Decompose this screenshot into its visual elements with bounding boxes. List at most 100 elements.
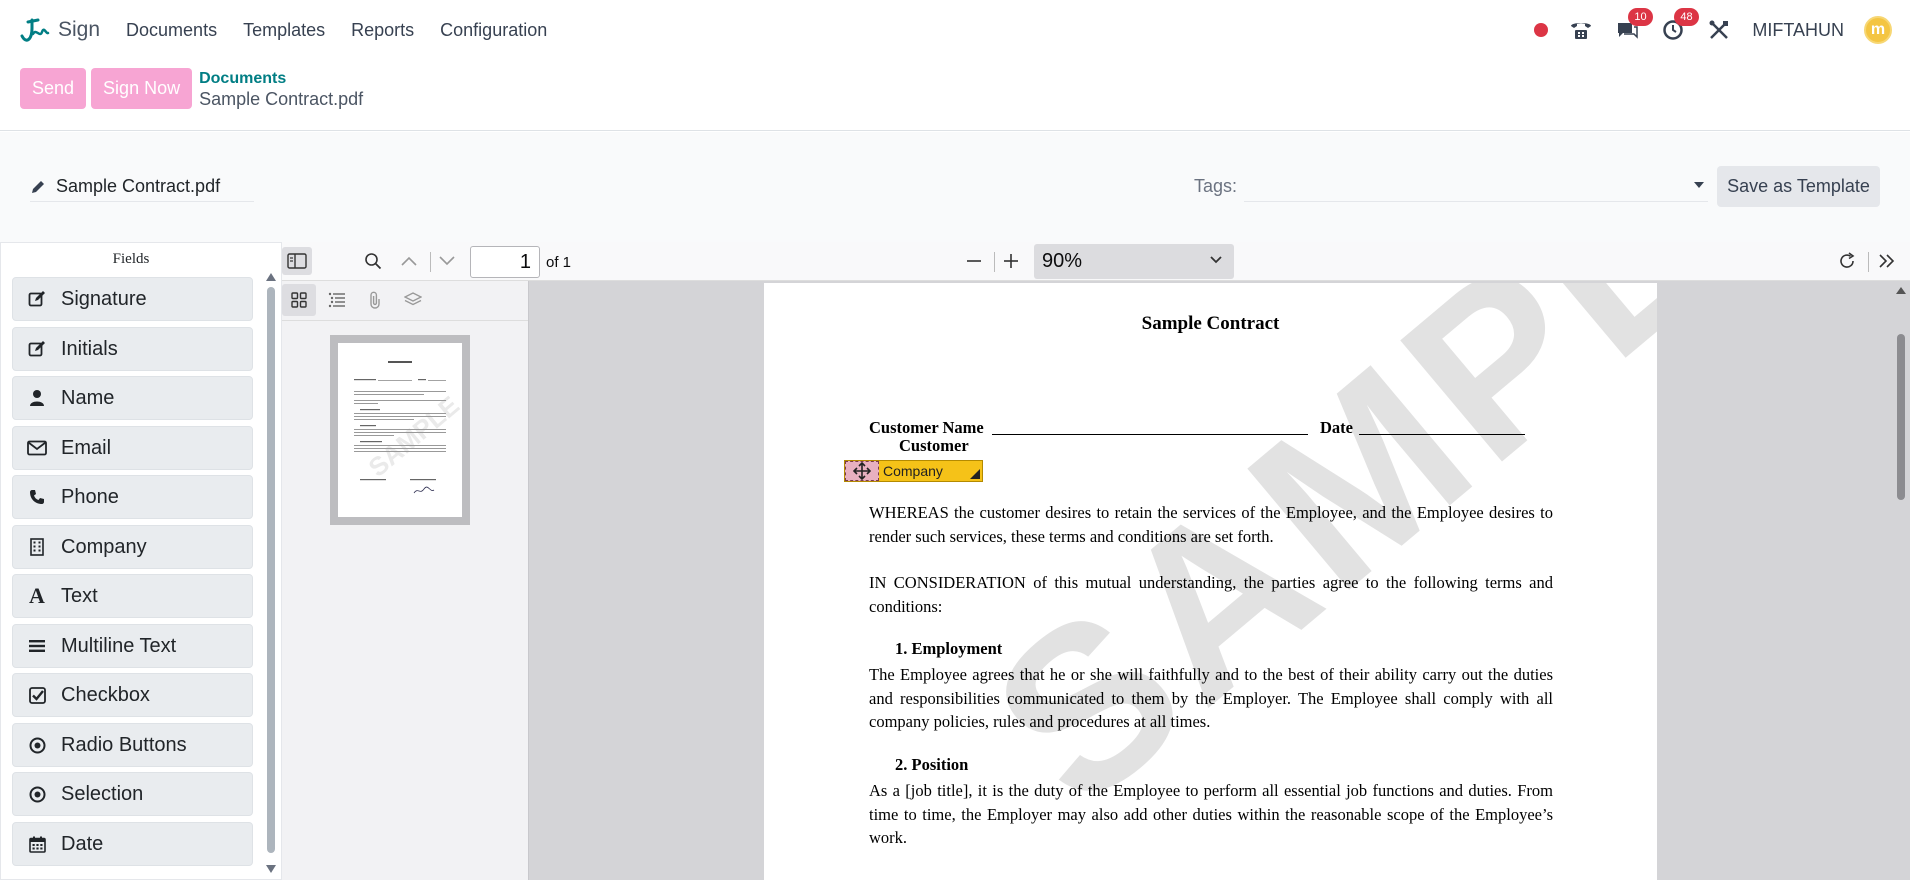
dot-circle-icon bbox=[27, 784, 47, 804]
move-arrows-icon[interactable] bbox=[845, 461, 879, 481]
envelope-icon bbox=[27, 438, 47, 458]
customer-name-label: Customer Name bbox=[869, 418, 984, 437]
nav-templates[interactable]: Templates bbox=[243, 20, 325, 41]
placed-field-label: Company bbox=[883, 463, 943, 479]
check-square-icon bbox=[27, 685, 47, 705]
breadcrumb-current: Sample Contract.pdf bbox=[199, 89, 364, 109]
resize-handle-icon[interactable] bbox=[970, 469, 980, 479]
scroll-down-icon[interactable] bbox=[266, 865, 276, 873]
field-name[interactable]: Name bbox=[12, 376, 253, 420]
zoom-in-icon[interactable] bbox=[996, 247, 1026, 275]
user-name[interactable]: MIFTAHUN bbox=[1752, 20, 1844, 41]
field-radio-buttons[interactable]: Radio Buttons bbox=[12, 723, 253, 767]
field-signature[interactable]: Signature bbox=[12, 277, 253, 321]
breadcrumb-documents-link[interactable]: Documents bbox=[199, 70, 363, 88]
fields-panel: Fields Signature Initials Name Email Pho… bbox=[0, 242, 282, 880]
field-multiline-text[interactable]: Multiline Text bbox=[12, 624, 253, 668]
control-panel: Send Sign Now Documents Sample Contract.… bbox=[0, 60, 1910, 131]
paragraph-consideration: IN CONSIDERATION of this mutual understa… bbox=[869, 573, 1553, 616]
zoom-out-icon[interactable] bbox=[959, 247, 989, 275]
calendar-icon bbox=[27, 834, 47, 854]
nav-documents[interactable]: Documents bbox=[126, 20, 217, 41]
pdf-page[interactable]: SAMPLE Sample Contract Customer Name Dat… bbox=[764, 283, 1657, 880]
chevron-down-icon bbox=[1210, 256, 1222, 264]
viewer-scrollbar[interactable] bbox=[1894, 282, 1908, 880]
user-avatar[interactable]: m bbox=[1864, 16, 1892, 44]
paragraph-whereas: WHEREAS the customer desires to retain t… bbox=[869, 503, 1553, 546]
zoom-select[interactable]: 90% bbox=[1034, 244, 1234, 279]
page-count: of 1 bbox=[546, 254, 572, 271]
toolbar-separator bbox=[994, 252, 995, 272]
page-thumbnail[interactable]: SAMPLE bbox=[330, 335, 470, 525]
heading-position: 2. Position bbox=[895, 755, 969, 774]
sign-logo-icon bbox=[20, 18, 50, 42]
field-phone[interactable]: Phone bbox=[12, 475, 253, 519]
previous-page-icon[interactable] bbox=[394, 247, 424, 275]
placed-company-field[interactable]: Company bbox=[844, 460, 983, 482]
field-text[interactable]: A Text bbox=[12, 574, 253, 618]
field-date[interactable]: Date bbox=[12, 822, 253, 866]
date-line bbox=[1359, 434, 1525, 435]
rotate-icon[interactable] bbox=[1832, 247, 1862, 275]
font-icon: A bbox=[29, 583, 45, 608]
next-page-icon[interactable] bbox=[432, 247, 462, 275]
watermark-text: SAMPLE bbox=[946, 283, 1657, 853]
scroll-up-icon[interactable] bbox=[266, 273, 276, 281]
field-company[interactable]: Company bbox=[12, 525, 253, 569]
scroll-up-icon[interactable] bbox=[1896, 286, 1906, 294]
dot-circle-icon bbox=[27, 735, 47, 755]
sidebar-tabs bbox=[282, 281, 528, 321]
double-chevron-right-icon[interactable] bbox=[1872, 247, 1902, 275]
scrollbar-thumb[interactable] bbox=[1897, 334, 1905, 500]
save-as-template-button[interactable]: Save as Template bbox=[1717, 166, 1880, 207]
user-icon bbox=[27, 388, 47, 408]
nav-reports[interactable]: Reports bbox=[351, 20, 414, 41]
document-form: Sample Contract.pdf Tags: Save as Templa… bbox=[0, 132, 1910, 242]
tags-label: Tags: bbox=[1194, 176, 1238, 196]
messages-icon[interactable]: 10 bbox=[1614, 8, 1653, 43]
layers-icon[interactable] bbox=[396, 284, 430, 316]
app-name: Sign bbox=[58, 18, 101, 41]
sign-now-button[interactable]: Sign Now bbox=[91, 68, 193, 109]
field-selection[interactable]: Selection bbox=[12, 772, 253, 816]
phone-icon[interactable] bbox=[1568, 17, 1594, 43]
send-button[interactable]: Send bbox=[20, 68, 87, 109]
filename-field[interactable]: Sample Contract.pdf bbox=[30, 172, 254, 202]
breadcrumb: Documents Sample Contract.pdf bbox=[199, 70, 363, 110]
scrollbar-thumb[interactable] bbox=[267, 287, 275, 853]
search-icon[interactable] bbox=[358, 247, 388, 275]
app-brand[interactable]: Sign bbox=[18, 14, 100, 46]
date-label: Date bbox=[1320, 418, 1353, 437]
attachments-paperclip-icon[interactable] bbox=[358, 284, 392, 316]
tools-icon[interactable] bbox=[1706, 17, 1732, 43]
recording-indicator[interactable] bbox=[1534, 23, 1549, 37]
bars-icon bbox=[27, 636, 47, 656]
thumbnails-view-icon[interactable] bbox=[282, 284, 316, 316]
phone-icon bbox=[27, 487, 47, 507]
document-title: Sample Contract bbox=[1141, 313, 1280, 334]
pencil-icon bbox=[32, 180, 44, 193]
field-initials[interactable]: Initials bbox=[12, 327, 253, 371]
toolbar-separator bbox=[1868, 252, 1869, 272]
edit-icon bbox=[27, 289, 47, 309]
field-checkbox[interactable]: Checkbox bbox=[12, 673, 253, 717]
heading-employment: 1. Employment bbox=[895, 639, 1003, 658]
messages-badge: 10 bbox=[1628, 8, 1653, 26]
page-number-input[interactable]: 1 bbox=[470, 246, 540, 278]
nav-configuration[interactable]: Configuration bbox=[440, 20, 547, 41]
sidebar-toggle-icon[interactable] bbox=[282, 247, 312, 275]
top-navbar: Sign Documents Templates Reports Configu… bbox=[0, 0, 1910, 60]
filename-value: Sample Contract.pdf bbox=[56, 176, 221, 196]
field-email[interactable]: Email bbox=[12, 426, 253, 470]
zoom-value: 90% bbox=[1042, 250, 1083, 272]
fields-title: Fields bbox=[112, 251, 150, 267]
activities-badge: 48 bbox=[1674, 8, 1699, 26]
thumbnail-sidebar: SAMPLE bbox=[282, 281, 529, 880]
customer-name-line bbox=[992, 434, 1308, 435]
chevron-down-icon bbox=[1694, 182, 1704, 188]
tags-input[interactable] bbox=[1244, 172, 1708, 202]
fields-scrollbar[interactable] bbox=[265, 273, 277, 873]
activities-clock-icon[interactable]: 48 bbox=[1660, 8, 1699, 43]
outline-view-icon[interactable] bbox=[320, 284, 354, 316]
viewer-toolbar: 1 of 1 90% bbox=[282, 242, 1910, 281]
